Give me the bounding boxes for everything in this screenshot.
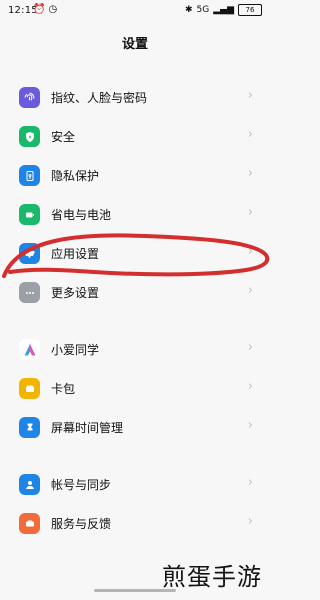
settings-item-label: 指纹、人脸与密码 <box>51 91 148 105</box>
settings-item-account[interactable]: 帐号与同步 › <box>0 465 270 504</box>
settings-group-personal: 指纹、人脸与密码 › 安全 › 隐私保护 › 省电与电池 › 应用设置 › 更多… <box>0 78 270 312</box>
settings-item-security[interactable]: 安全 › <box>0 117 270 156</box>
signal-icon: ▂▄▆ <box>213 5 234 15</box>
clock-icon: ◷ <box>48 4 58 15</box>
chevron-right-icon: › <box>247 514 253 529</box>
settings-item-assistant[interactable]: 小爱同学 › <box>0 330 270 369</box>
settings-item-label: 服务与反馈 <box>51 517 112 531</box>
status-left-icons: ⏰ ◷ <box>33 4 57 15</box>
hourglass-icon <box>19 417 40 438</box>
settings-item-label: 卡包 <box>51 382 76 396</box>
watermark: 煎蛋手游 <box>162 563 262 591</box>
home-indicator <box>94 589 176 592</box>
shield-bolt-icon <box>19 126 40 147</box>
chevron-right-icon: › <box>247 418 253 433</box>
more-icon <box>19 282 40 303</box>
settings-item-label: 隐私保护 <box>51 169 100 183</box>
settings-item-label: 更多设置 <box>51 286 100 300</box>
fingerprint-icon <box>19 87 40 108</box>
mobile-data-icon: 5G <box>196 5 210 15</box>
alarm-icon: ⏰ <box>33 4 46 15</box>
page-title: 设置 <box>121 37 148 52</box>
battery-icon: 76 <box>238 4 262 16</box>
settings-item-label: 安全 <box>51 130 76 144</box>
chevron-right-icon: › <box>247 127 253 142</box>
settings-item-label: 应用设置 <box>51 247 100 261</box>
status-right-icons: ✱ 5G ▂▄▆ 76 <box>185 4 262 16</box>
chevron-right-icon: › <box>247 166 253 181</box>
settings-item-battery[interactable]: 省电与电池 › <box>0 195 270 234</box>
assistant-icon <box>19 339 40 360</box>
settings-item-feedback[interactable]: 服务与反馈 › <box>0 504 270 543</box>
chevron-right-icon: › <box>247 379 253 394</box>
settings-group-services: 小爱同学 › 卡包 › 屏幕时间管理 › <box>0 330 270 447</box>
battery-level: 76 <box>245 6 255 14</box>
settings-item-label: 省电与电池 <box>51 208 112 222</box>
settings-item-label: 屏幕时间管理 <box>51 421 124 435</box>
battery-icon <box>19 204 40 225</box>
settings-item-privacy[interactable]: 隐私保护 › <box>0 156 270 195</box>
account-icon <box>19 474 40 495</box>
settings-item-more[interactable]: 更多设置 › <box>0 273 270 312</box>
settings-item-label: 帐号与同步 <box>51 478 112 492</box>
settings-item-app-settings[interactable]: 应用设置 › <box>0 234 270 273</box>
wallet-icon <box>19 378 40 399</box>
bluetooth-icon: ✱ <box>184 5 193 15</box>
gear-icon <box>19 243 40 264</box>
settings-list: 指纹、人脸与密码 › 安全 › 隐私保护 › 省电与电池 › 应用设置 › 更多… <box>0 78 270 561</box>
status-bar: 12:15 ⏰ ◷ ✱ 5G ▂▄▆ 76 <box>0 0 270 22</box>
settings-item-wallet[interactable]: 卡包 › <box>0 369 270 408</box>
chevron-right-icon: › <box>247 475 253 490</box>
settings-item-fingerprint[interactable]: 指纹、人脸与密码 › <box>0 78 270 117</box>
chevron-right-icon: › <box>247 88 253 103</box>
chevron-right-icon: › <box>247 244 253 259</box>
settings-group-account: 帐号与同步 › 服务与反馈 › <box>0 465 270 543</box>
chevron-right-icon: › <box>247 340 253 355</box>
settings-item-label: 小爱同学 <box>51 343 100 357</box>
chevron-right-icon: › <box>247 283 253 298</box>
settings-item-screen-time[interactable]: 屏幕时间管理 › <box>0 408 270 447</box>
privacy-icon <box>19 165 40 186</box>
chevron-right-icon: › <box>247 205 253 220</box>
feedback-icon <box>19 513 40 534</box>
